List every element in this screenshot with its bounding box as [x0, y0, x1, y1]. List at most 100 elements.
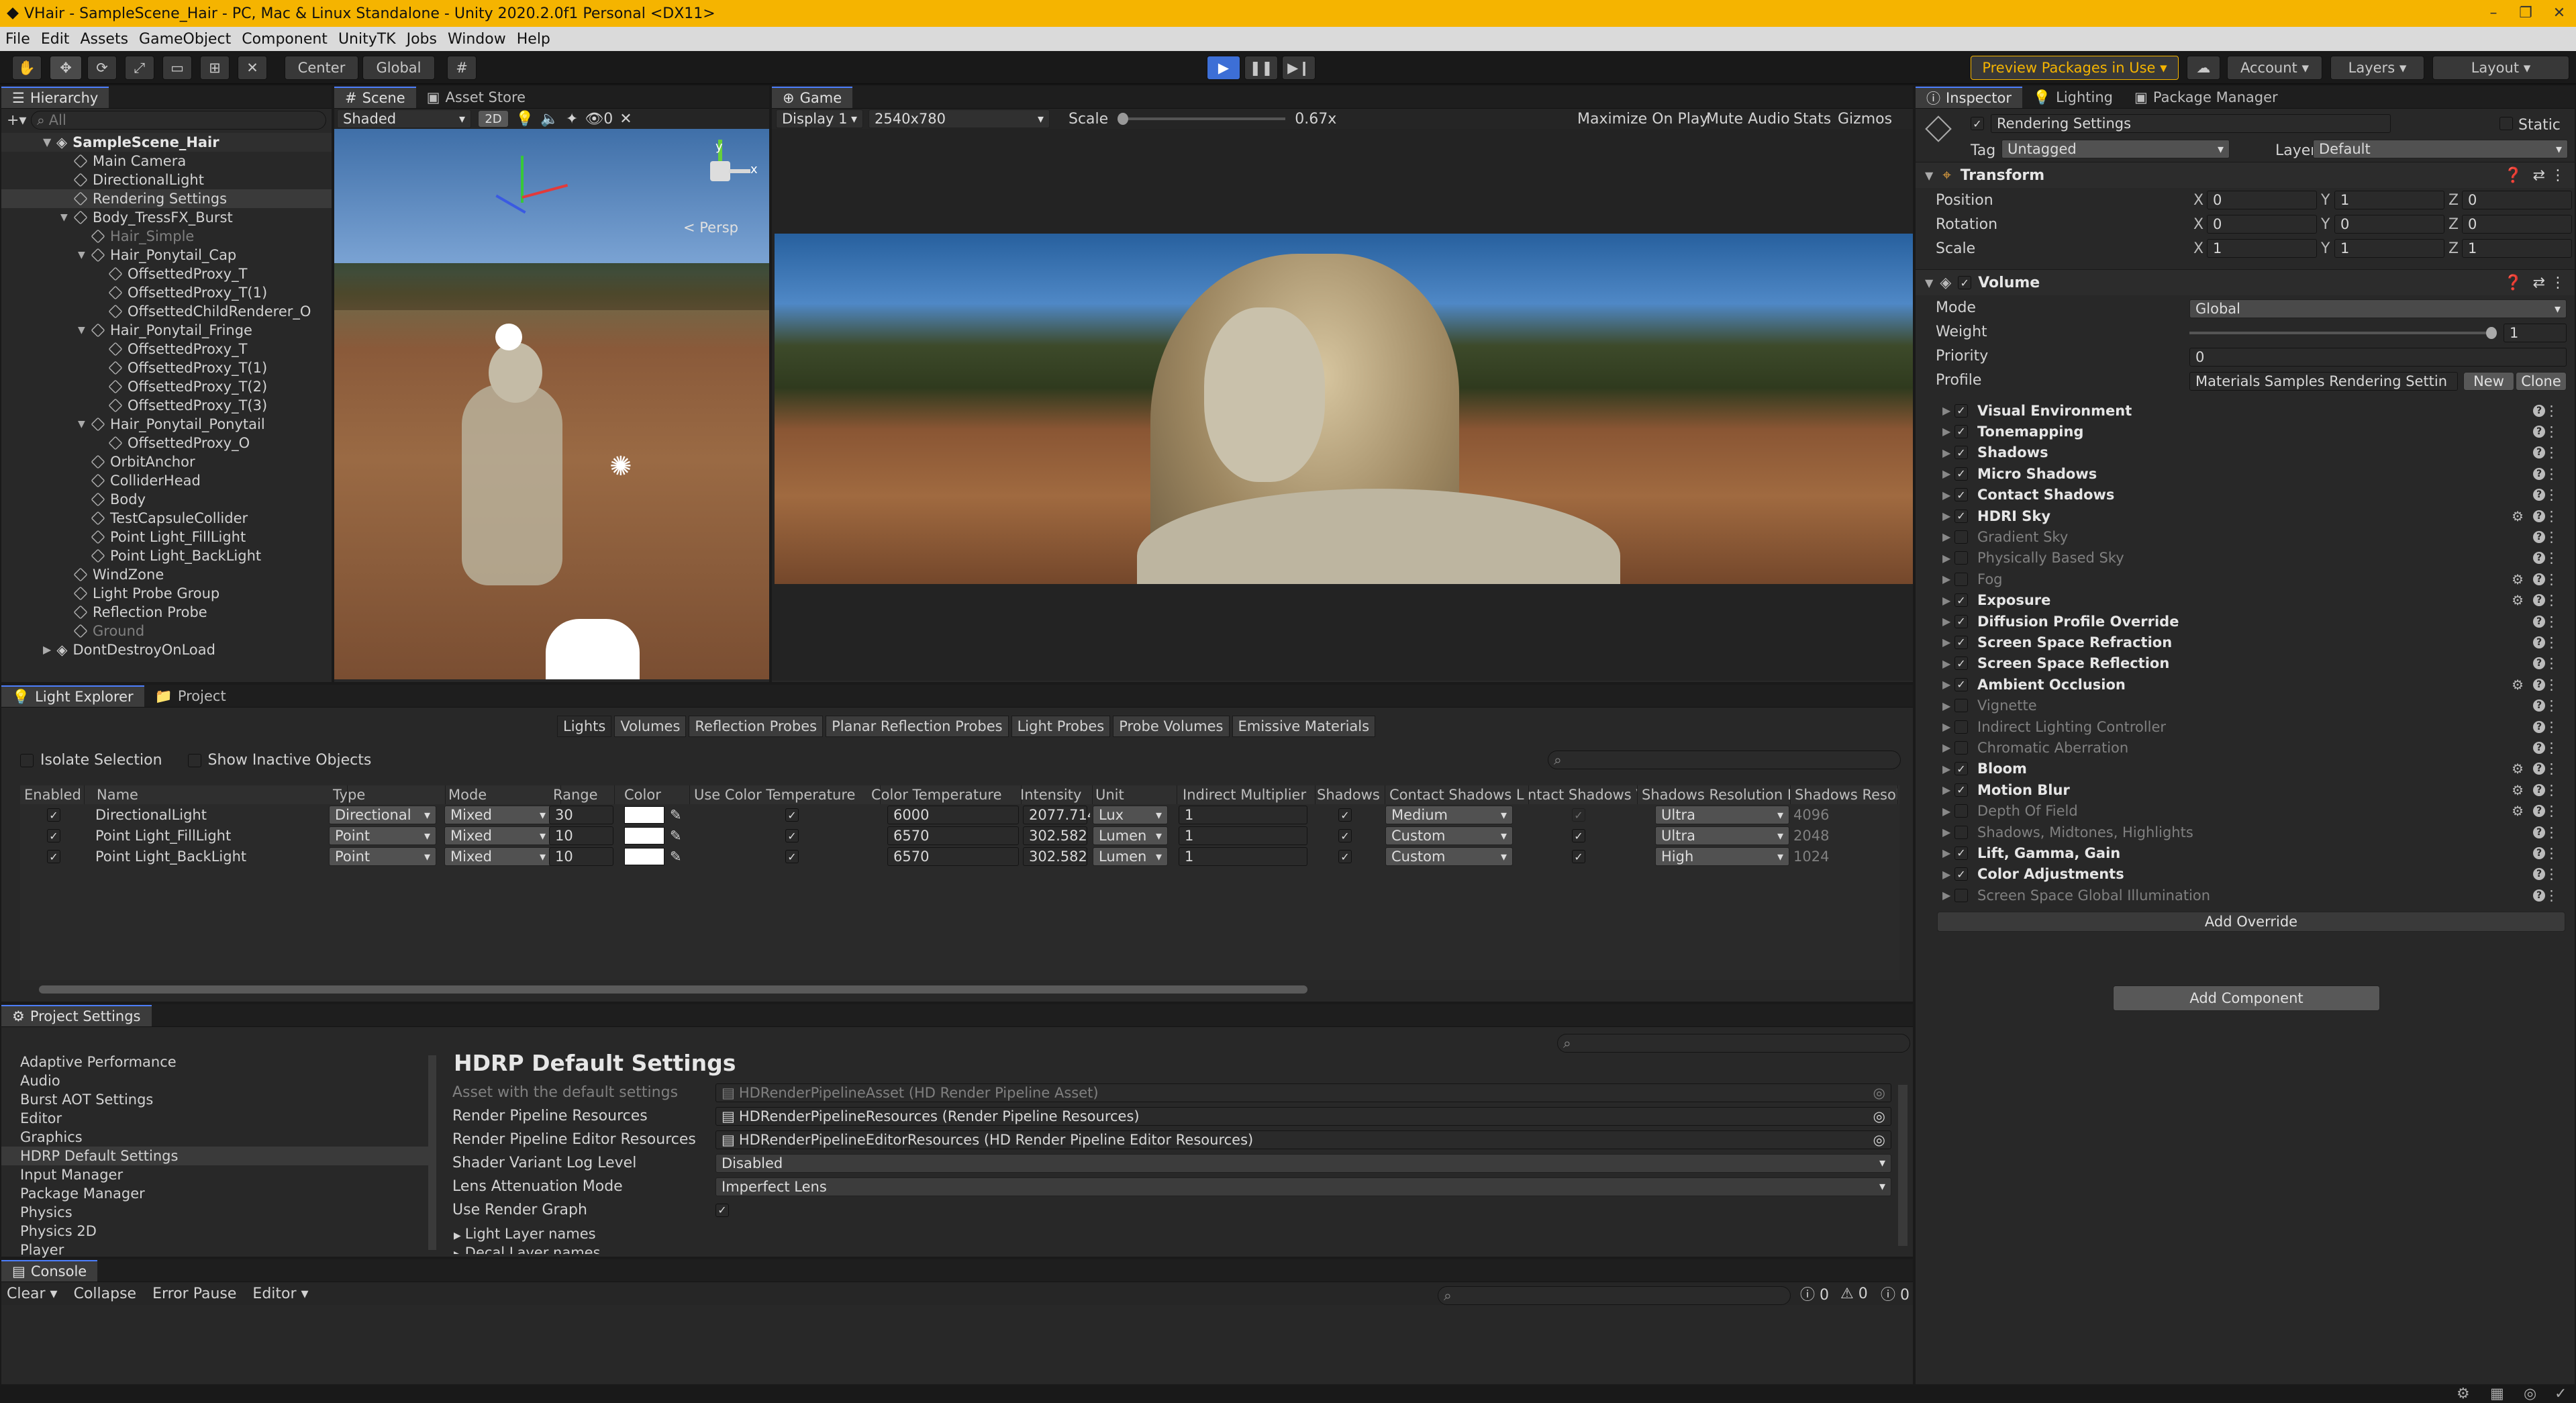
fold-arrow-icon[interactable]: ▼ [1925, 277, 1933, 289]
dont-destroy-root[interactable]: ▶ ◈ DontDestroyOnLoad [1, 640, 332, 659]
menu-unitytk[interactable]: UnityTK [338, 31, 396, 48]
fold-arrow-icon[interactable]: ▶ [1942, 699, 1950, 712]
unit-dropdown[interactable]: Lux [1093, 806, 1168, 824]
contact-shadows-value-checkbox[interactable]: ✓ [1572, 808, 1585, 822]
fold-arrow-icon[interactable]: ▼ [60, 208, 74, 227]
eyedropper-icon[interactable]: ✎ [670, 807, 682, 823]
layer-dropdown[interactable]: Default [2313, 140, 2568, 158]
menu-kebab-icon[interactable]: ⋮ [2544, 887, 2559, 904]
help-icon[interactable]: ? [2533, 425, 2545, 438]
tab-scene[interactable]: # Scene [334, 87, 416, 108]
custom-tool-icon[interactable]: ✕ [238, 56, 267, 80]
light-column-header[interactable]: Shadows Resolu [1791, 785, 1898, 804]
error-pause-toggle[interactable]: Error Pause [152, 1286, 236, 1302]
hierarchy-item[interactable]: OffsettedProxy_T [1, 264, 332, 283]
maximize-on-play-toggle[interactable]: Maximize On Play [1577, 111, 1708, 128]
asset-reference-field[interactable]: ▤ HDRenderPipelineResources (Render Pipel… [715, 1106, 1891, 1126]
light-column-header[interactable]: Color Temperature [867, 785, 1022, 804]
settings-category-item[interactable]: Package Manager [13, 1184, 145, 1203]
settings-category-item[interactable]: HDRP Default Settings [1, 1147, 428, 1165]
fold-arrow-icon[interactable]: ▶ [1942, 720, 1950, 733]
transform-rotation-z-input[interactable]: 0 [2462, 215, 2572, 234]
light-column-header[interactable]: Use Color Temperature [690, 785, 881, 804]
menu-kebab-icon[interactable]: ⋮ [2544, 487, 2559, 503]
menu-kebab-icon[interactable]: ⋮ [2544, 740, 2559, 756]
fold-arrow-icon[interactable]: ▶ [1942, 763, 1950, 775]
show-inactive-checkbox[interactable] [187, 753, 201, 767]
help-icon[interactable]: ? [2533, 467, 2545, 480]
active-checkbox[interactable]: ✓ [1971, 117, 1984, 130]
override-enabled-checkbox[interactable] [1954, 804, 1968, 818]
override-enabled-checkbox[interactable] [1954, 530, 1968, 544]
resolution-dropdown[interactable]: 2540x780 [869, 109, 1050, 128]
range-input[interactable]: 30 [549, 806, 613, 824]
hierarchy-item[interactable]: ColliderHead [1, 471, 332, 490]
asset-reference-field[interactable]: ▤ HDRenderPipelineAsset (HD Render Pipeli… [715, 1083, 1891, 1102]
hierarchy-search-input[interactable]: ⌕ All [31, 111, 326, 130]
override-enabled-checkbox[interactable]: ✓ [1954, 783, 1968, 797]
menu-kebab-icon[interactable]: ⋮ [2544, 424, 2559, 440]
help-icon[interactable]: ? [2533, 594, 2545, 607]
help-icon[interactable]: ? [2533, 805, 2545, 818]
menu-kebab-icon[interactable]: ⋮ [2544, 866, 2559, 882]
scene-viewport[interactable]: ✺ y x < Persp [334, 129, 769, 679]
collapse-toggle[interactable]: Collapse [74, 1286, 137, 1302]
color-swatch[interactable] [624, 806, 664, 824]
object-picker-icon[interactable]: ◎ [1873, 1085, 1885, 1101]
help-icon[interactable]: ? [2533, 720, 2545, 733]
tab-console[interactable]: ▤ Console [1, 1260, 98, 1281]
menu-kebab-icon[interactable]: ⋮ [2544, 634, 2559, 650]
hierarchy-item[interactable]: Ground [1, 622, 332, 640]
menu-file[interactable]: File [5, 31, 30, 48]
help-icon[interactable]: ? [2533, 783, 2545, 796]
tab-hierarchy[interactable]: ☰ Hierarchy [1, 87, 109, 108]
tag-dropdown[interactable]: Untagged [2001, 140, 2230, 158]
help-icon[interactable]: ? [2533, 699, 2545, 712]
error-count[interactable]: ⓘ 0 [1881, 1283, 1910, 1304]
object-picker-icon[interactable]: ◎ [1873, 1108, 1885, 1124]
hierarchy-item[interactable]: Hair_Simple [1, 227, 332, 246]
settings-search-input[interactable]: ⌕ [1557, 1034, 1910, 1053]
tab-asset-store[interactable]: ▣ Asset Store [415, 87, 537, 108]
eyedropper-icon[interactable]: ✎ [670, 849, 682, 865]
use-temperature-checkbox[interactable]: ✓ [785, 850, 799, 863]
hierarchy-item[interactable]: TestCapsuleCollider [1, 509, 332, 528]
shadows-checkbox[interactable]: ✓ [1338, 850, 1352, 863]
preset-icon[interactable]: ⇄ [2533, 275, 2545, 291]
help-icon[interactable]: ❓ [2504, 167, 2522, 184]
menu-edit[interactable]: Edit [41, 31, 70, 48]
fold-arrow-icon[interactable]: ▶ [1942, 741, 1950, 754]
use-render-graph-checkbox[interactable]: ✓ [715, 1203, 729, 1217]
override-settings-icon[interactable]: ⚙ [2512, 571, 2524, 587]
add-override-button[interactable]: Add Override [1937, 912, 2565, 932]
tab-project[interactable]: 📁 Project [144, 685, 237, 707]
fold-arrow-icon[interactable]: ▼ [78, 246, 91, 264]
shadows-checkbox[interactable]: ✓ [1338, 808, 1352, 822]
grid-snap-icon[interactable]: # [447, 56, 477, 80]
orientation-gizmo[interactable]: y x [683, 136, 758, 209]
help-icon[interactable]: ? [2533, 657, 2545, 670]
volume-override-row[interactable]: ▶ Chromatic Aberration? ⋮ [1929, 737, 2564, 758]
fold-arrow-icon[interactable]: ▶ [43, 640, 51, 659]
volume-override-row[interactable]: ▶ Indirect Lighting Controller? ⋮ [1929, 716, 2564, 737]
2d-toggle[interactable]: 2D [478, 110, 509, 128]
log-count[interactable]: ⓘ 0 [1800, 1283, 1829, 1304]
mode-dropdown[interactable]: Global [2189, 299, 2567, 318]
warning-count[interactable]: ⚠ 0 [1840, 1286, 1868, 1302]
override-enabled-checkbox[interactable]: ✓ [1954, 509, 1968, 523]
fold-arrow-icon[interactable]: ▶ [1942, 826, 1950, 838]
light-table-row[interactable]: ✓ Point Light_BackLight Point Mixed 10 ✎ ✓ 6570… [20, 846, 1899, 867]
gizmos-toggle[interactable]: Gizmos [1838, 111, 1892, 128]
temperature-input[interactable]: 6000 [887, 806, 1019, 824]
volume-override-row[interactable]: ▶ ✓ Shadows? ⋮ [1929, 442, 2564, 463]
override-enabled-checkbox[interactable] [1954, 888, 1968, 902]
hierarchy-item[interactable]: OffsettedProxy_T(1) [1, 283, 332, 302]
help-icon[interactable]: ? [2533, 826, 2545, 838]
enabled-checkbox[interactable]: ✓ [47, 829, 60, 842]
priority-input[interactable]: 0 [2189, 348, 2567, 367]
add-object-button[interactable]: +▾ [7, 112, 31, 129]
scene-root[interactable]: ▼ ◈ SampleScene_Hair [1, 133, 332, 152]
stats-toggle[interactable]: Stats [1793, 111, 1831, 128]
help-icon[interactable]: ? [2533, 615, 2545, 628]
menu-kebab-icon[interactable]: ⋮ [2544, 550, 2559, 566]
